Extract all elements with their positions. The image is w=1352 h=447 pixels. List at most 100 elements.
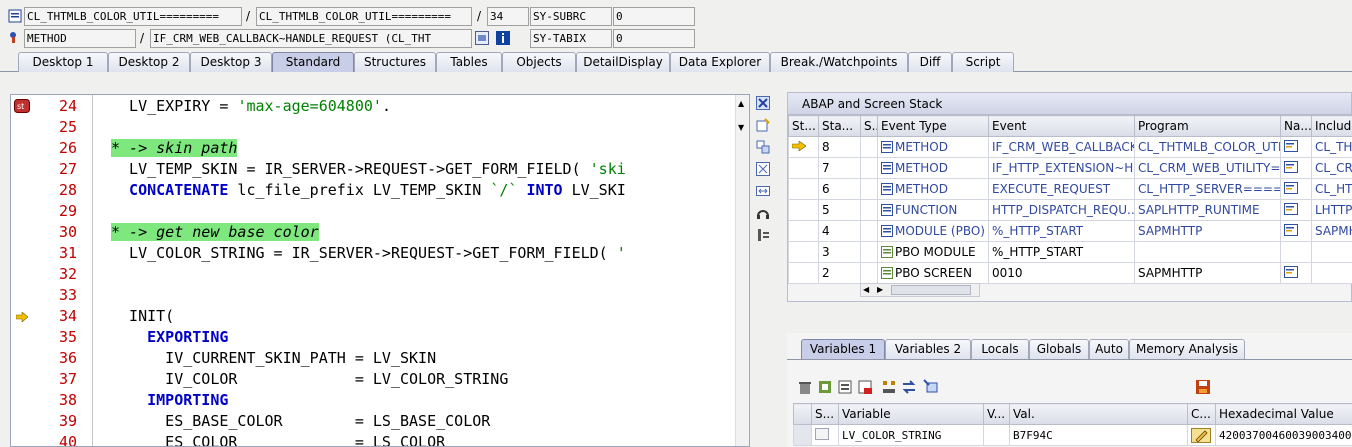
- sysfield-value-1[interactable]: 0: [613, 7, 695, 26]
- stack-row[interactable]: 7 METHOD IF_HTTP_EXTENSION~H... CL_CRM_WEB_…: [788, 157, 1352, 179]
- variable-hex-cell[interactable]: 4200370046003900340043: [1215, 424, 1352, 446]
- breakpoint-gutter[interactable]: [11, 95, 33, 446]
- tab-standard[interactable]: Standard: [272, 52, 354, 72]
- stack-table[interactable]: St...Sta...S...Event TypeEventProgramNa.…: [788, 115, 1352, 284]
- stack-column-header[interactable]: Event: [988, 115, 1135, 137]
- editor-scrollbar[interactable]: ▲ ▼: [735, 95, 749, 446]
- tab-desktop-1[interactable]: Desktop 1: [18, 52, 108, 72]
- variables-column-header[interactable]: Val.: [1009, 403, 1188, 425]
- variables-table[interactable]: S... Variable V... Val. C... Hexadecimal Valu…: [793, 403, 1352, 446]
- variables-tab[interactable]: Variables 2: [885, 339, 971, 359]
- stack-row[interactable]: 3 PBO MODULE %_HTTP_START: [788, 241, 1352, 263]
- info-icon[interactable]: [496, 31, 510, 45]
- line-field[interactable]: 34: [487, 7, 529, 26]
- variables-tab[interactable]: Variables 1: [801, 339, 885, 359]
- stack-row[interactable]: 5 FUNCTION HTTP_DISPATCH_REQU... SAPLHTTP_R…: [788, 199, 1352, 221]
- scroll-left-icon[interactable]: ◀: [863, 284, 869, 296]
- tab-tables[interactable]: Tables: [436, 52, 502, 72]
- tab-desktop-2[interactable]: Desktop 2: [108, 52, 190, 72]
- variables-tab[interactable]: Locals: [971, 339, 1029, 359]
- sysfield-value-2[interactable]: 0: [613, 29, 695, 48]
- tab-script[interactable]: Script: [952, 52, 1014, 72]
- variables-tab[interactable]: Auto: [1089, 339, 1129, 359]
- event-type-field[interactable]: METHOD: [24, 29, 136, 48]
- stack-column-header[interactable]: Sta...: [818, 115, 861, 137]
- stack-row[interactable]: 4 MODULE (PBO)%_HTTP_STARTSAPMHTTP SAPMH: [788, 220, 1352, 242]
- services-icon[interactable]: [756, 206, 770, 223]
- code-line[interactable]: LV_EXPIRY = 'max-age=604800'.: [111, 96, 391, 117]
- sysfield-name-2[interactable]: SY-TABIX: [530, 29, 612, 48]
- stack-row[interactable]: 8 METHOD IF_CRM_WEB_CALLBACK... CL_THTMLB_C…: [788, 136, 1352, 158]
- scroll-right-icon[interactable]: ▶: [877, 284, 883, 296]
- code-line[interactable]: IV_COLOR = LV_COLOR_STRING: [111, 369, 508, 390]
- variables-column-header[interactable]: Variable: [838, 403, 984, 425]
- navigate-icon[interactable]: [1284, 181, 1298, 194]
- variables-column-header[interactable]: V...: [983, 403, 1010, 425]
- swap-tool-icon[interactable]: [756, 140, 770, 157]
- tab-diff[interactable]: Diff: [908, 52, 952, 72]
- navigate-icon[interactable]: [1284, 223, 1298, 236]
- variables-column-header[interactable]: C...: [1187, 403, 1216, 425]
- scroll-down-icon[interactable]: ▼: [738, 123, 744, 132]
- display-icon[interactable]: [475, 31, 489, 45]
- variable-value-cell[interactable]: B7F94C: [1009, 424, 1188, 446]
- tab-data-explorer[interactable]: Data Explorer: [670, 52, 770, 72]
- include-field[interactable]: CL_THTMLB_COLOR_UTIL=========: [256, 7, 472, 26]
- stack-column-header[interactable]: S...: [860, 115, 878, 137]
- code-line[interactable]: INIT(: [111, 306, 174, 327]
- variable-row[interactable]: LV_COLOR_STRING B7F94C 4200370046003900340…: [793, 424, 1352, 446]
- code-line[interactable]: * -> skin path: [111, 138, 238, 159]
- tab-breakpoints[interactable]: Break./Watchpoints: [770, 52, 908, 72]
- resize-icon[interactable]: [756, 184, 770, 201]
- stack-column-header[interactable]: Include: [1311, 115, 1352, 137]
- stack-column-header[interactable]: Program: [1134, 115, 1281, 137]
- delete-icon[interactable]: [797, 379, 813, 395]
- scroll-thumb[interactable]: [891, 285, 971, 295]
- variables-column-header[interactable]: Hexadecimal Value: [1215, 403, 1352, 425]
- edit-pencil-icon[interactable]: [1191, 427, 1211, 443]
- source-editor[interactable]: st 24 LV_EXPIRY = 'max-age=604800'. 25 26 *…: [10, 94, 750, 447]
- stack-column-header[interactable]: Na...: [1280, 115, 1312, 137]
- close-icon[interactable]: [756, 96, 770, 113]
- tab-desktop-3[interactable]: Desktop 3: [190, 52, 272, 72]
- tab-structures[interactable]: Structures: [354, 52, 436, 72]
- code-line[interactable]: LV_COLOR_STRING = IR_SERVER->REQUEST->GE…: [111, 243, 626, 264]
- transfer-icon[interactable]: [901, 379, 917, 395]
- code-line[interactable]: CONCATENATE lc_file_prefix LV_TEMP_SKIN …: [111, 180, 626, 201]
- navigate-icon[interactable]: [923, 379, 939, 395]
- maximize-icon[interactable]: [756, 162, 770, 179]
- scroll-up-icon[interactable]: ▲: [738, 99, 744, 108]
- code-line[interactable]: IV_CURRENT_SKIN_PATH = LV_SKIN: [111, 348, 436, 369]
- row-selector[interactable]: [793, 424, 812, 446]
- sysfield-name-1[interactable]: SY-SUBRC: [530, 7, 612, 26]
- variable-name-cell[interactable]: LV_COLOR_STRING: [838, 424, 984, 446]
- stack-column-header[interactable]: Event Type: [877, 115, 989, 137]
- variables-column-header[interactable]: S...: [811, 403, 839, 425]
- program-field[interactable]: CL_THTMLB_COLOR_UTIL=========: [24, 7, 242, 26]
- event-field[interactable]: IF_CRM_WEB_CALLBACK~HANDLE_REQUEST (CL_T…: [150, 29, 472, 48]
- code-line[interactable]: IMPORTING: [111, 390, 228, 411]
- stack-row[interactable]: 6 METHOD EXECUTE_REQUEST CL_HTTP_SERVER====…: [788, 178, 1352, 200]
- navigate-icon[interactable]: [1284, 202, 1298, 215]
- code-line[interactable]: * -> get new base color: [111, 222, 319, 243]
- settings-icon[interactable]: [756, 228, 770, 245]
- code-line[interactable]: ES_BASE_COLOR = LS_BASE_COLOR: [111, 411, 490, 432]
- new-tool-icon[interactable]: [756, 118, 770, 135]
- save-icon[interactable]: [1195, 379, 1211, 395]
- navigate-icon[interactable]: [1284, 139, 1298, 152]
- stack-row[interactable]: 2 PBO SCREEN 0010 SAPMHTTP: [788, 262, 1352, 284]
- stack-hscroll[interactable]: ◀ ▶: [860, 283, 980, 297]
- breakpoint-icon[interactable]: st: [14, 99, 30, 113]
- tab-detaildisplay[interactable]: DetailDisplay: [576, 52, 670, 72]
- tab-objects[interactable]: Objects: [502, 52, 576, 72]
- code-line[interactable]: EXPORTING: [111, 327, 228, 348]
- navigate-icon[interactable]: [1284, 160, 1298, 173]
- load-variables-icon[interactable]: [837, 379, 853, 395]
- delete-all-icon[interactable]: [857, 379, 873, 395]
- save-variables-icon[interactable]: [817, 379, 833, 395]
- row-checkbox[interactable]: [815, 427, 829, 440]
- code-line[interactable]: LV_TEMP_SKIN = IR_SERVER->REQUEST->GET_F…: [111, 159, 626, 180]
- sort-icon[interactable]: [881, 379, 897, 395]
- stack-column-header[interactable]: St...: [788, 115, 819, 137]
- code-line[interactable]: ES_COLOR = LS_COLOR: [111, 432, 445, 446]
